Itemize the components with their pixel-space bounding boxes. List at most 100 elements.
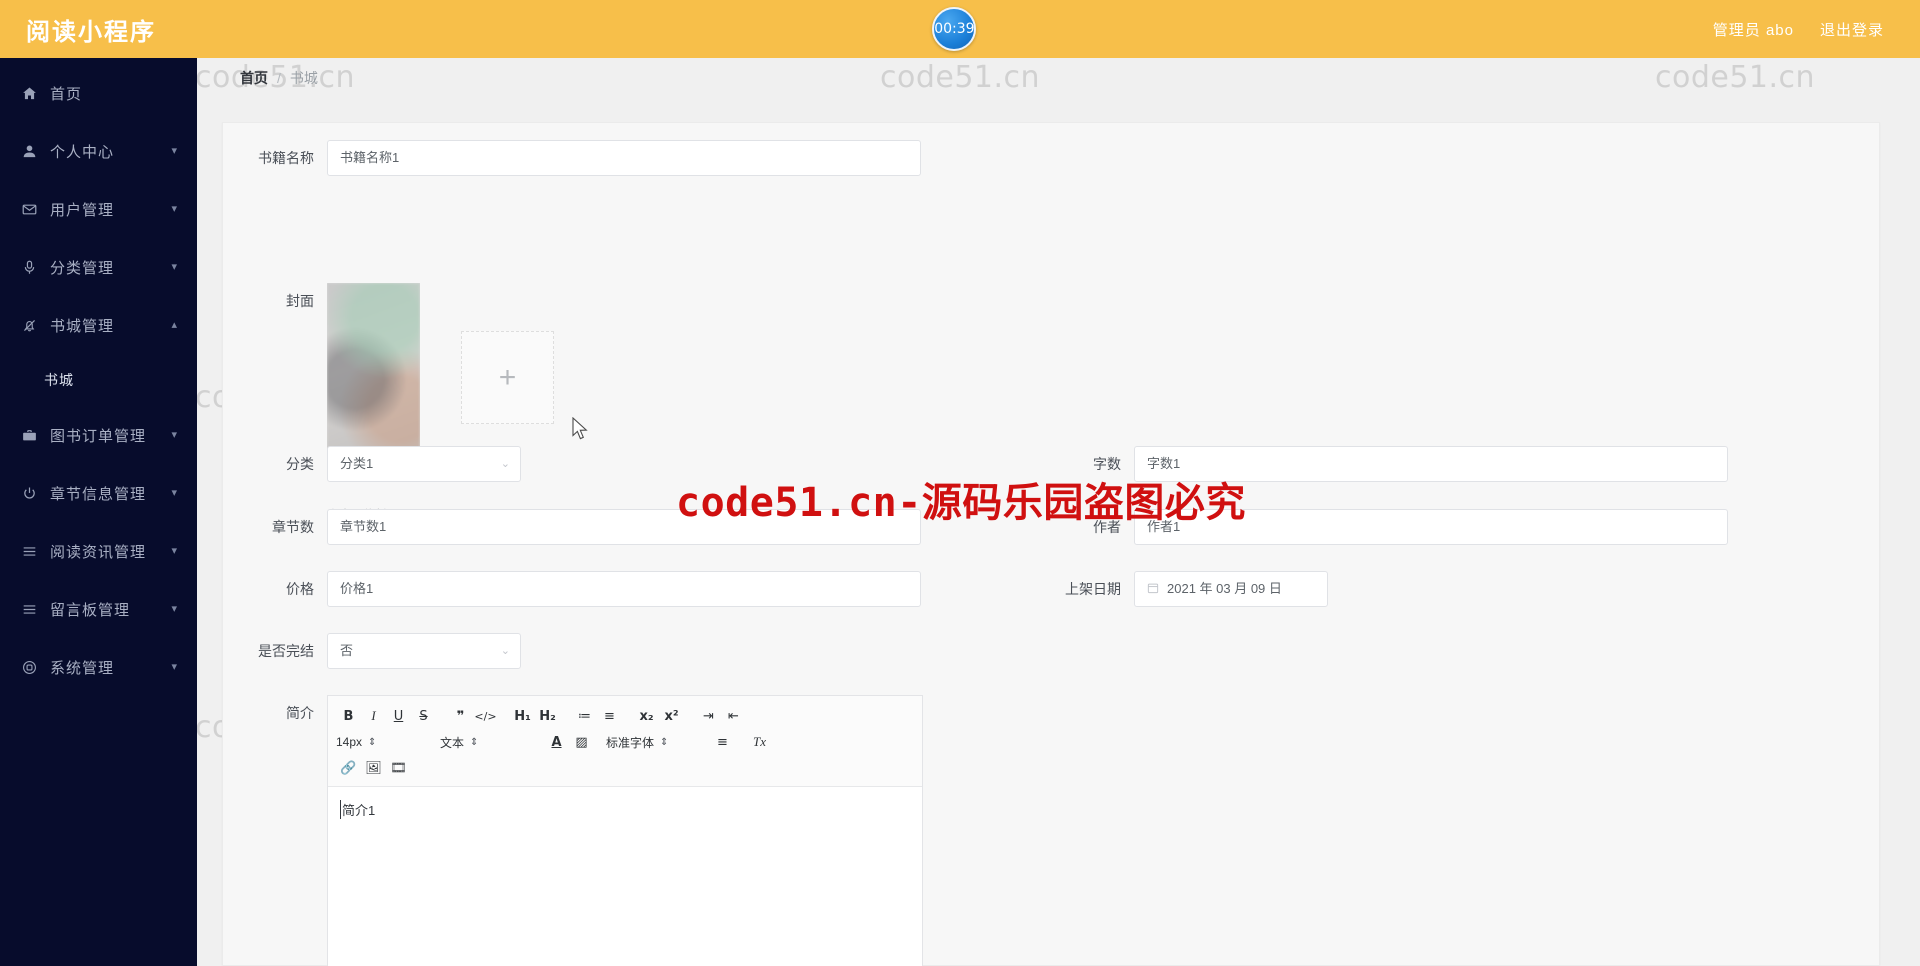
chevron-down-icon: ▾ — [171, 660, 177, 673]
chevron-down-icon: ▾ — [171, 486, 177, 499]
bell-slash-icon — [22, 318, 44, 333]
breadcrumb-home[interactable]: 首页 — [240, 68, 268, 88]
sidebar-item-category-management[interactable]: 分类管理 ▾ — [0, 238, 197, 296]
intro-label: 简介 — [286, 705, 314, 721]
code-block-icon[interactable]: </> — [473, 705, 498, 727]
field-finished: 是否完结 否 ⌄ — [241, 633, 521, 669]
breadcrumb-separator: / — [277, 70, 281, 86]
strikethrough-button[interactable]: S — [411, 705, 436, 727]
chevron-down-icon: ▾ — [171, 544, 177, 557]
underline-button[interactable]: U — [386, 705, 411, 727]
shelf-date-value: 2021 年 03 月 09 日 — [1167, 581, 1282, 596]
chevron-down-icon: ▾ — [171, 602, 177, 615]
finished-value: 否 — [340, 643, 354, 658]
sidebar-item-label: 个人中心 — [50, 143, 115, 161]
finished-select[interactable]: 否 ⌄ — [327, 633, 521, 669]
chevron-up-icon: ▴ — [171, 318, 177, 331]
sidebar-item-label: 书城管理 — [50, 317, 115, 335]
bullet-list-icon[interactable]: ≡ — [597, 705, 622, 727]
highlight-icon[interactable]: ▨ — [569, 731, 594, 753]
clear-format-icon[interactable]: Tx — [747, 731, 772, 753]
price-input[interactable]: 价格1 — [327, 571, 921, 607]
field-chapter-count: 章节数 章节数1 — [241, 509, 921, 545]
header-right-actions: 管理员 abo 退出登录 — [1713, 19, 1884, 40]
sidebar-item-user-management[interactable]: 用户管理 ▾ — [0, 180, 197, 238]
cover-thumbnail[interactable] — [327, 283, 420, 458]
category-select[interactable]: 分类1 ⌄ — [327, 446, 521, 482]
font-color-icon[interactable]: A — [544, 731, 569, 753]
bold-button[interactable]: B — [336, 705, 361, 727]
image-icon[interactable]: 🖼 — [361, 757, 386, 779]
sidebar-item-label: 留言板管理 — [50, 601, 131, 619]
blockquote-icon[interactable]: ❞ — [448, 705, 473, 727]
italic-button[interactable]: I — [361, 705, 386, 727]
font-family-dropdown[interactable]: 标准字体 ⇕ — [606, 734, 694, 751]
link-icon[interactable]: 🔗 — [336, 757, 361, 779]
mic-icon — [22, 260, 44, 275]
subscript-button[interactable]: x₂ — [634, 705, 659, 727]
sidebar-item-home[interactable]: 首页 — [0, 64, 197, 122]
shelf-date-input[interactable]: 2021 年 03 月 09 日 — [1134, 571, 1328, 607]
heading2-button[interactable]: H₂ — [535, 705, 560, 727]
sidebar-item-label: 首页 — [50, 85, 83, 103]
ordered-list-icon[interactable]: ≔ — [572, 705, 597, 727]
stepper-icon: ⇕ — [660, 736, 669, 748]
book-form: 书籍名称 书籍名称1 封面 + 点击上传封面 — [223, 123, 1879, 966]
word-count-input[interactable]: 字数1 — [1134, 446, 1728, 482]
outdent-icon[interactable]: ⇥ — [696, 705, 721, 727]
sidebar-item-system-management[interactable]: 系统管理 ▾ — [0, 638, 197, 696]
author-input[interactable]: 作者1 — [1134, 509, 1728, 545]
word-count-label: 字数 — [1093, 456, 1121, 472]
mail-icon — [22, 202, 44, 217]
text-style-dropdown[interactable]: 文本 ⇕ — [440, 734, 528, 751]
sidebar-item-book-order-management[interactable]: 图书订单管理 ▾ — [0, 406, 197, 464]
timer-badge[interactable]: 00:39 — [932, 7, 977, 51]
superscript-button[interactable]: x² — [659, 705, 684, 727]
sidebar-subitem-bookstore[interactable]: 书城 — [0, 354, 197, 406]
font-size-value: 14px — [336, 735, 363, 749]
align-icon[interactable]: ≡ — [710, 731, 735, 753]
sidebar-item-personal-center[interactable]: 个人中心 ▾ — [0, 122, 197, 180]
chapter-count-label: 章节数 — [272, 519, 314, 535]
intro-text: 简介1 — [340, 800, 375, 819]
field-word-count: 字数 字数1 — [1048, 446, 1728, 482]
chevron-down-icon: ▾ — [171, 202, 177, 215]
heading1-button[interactable]: H₁ — [510, 705, 535, 727]
sidebar-item-label: 阅读资讯管理 — [50, 543, 147, 561]
cover-upload-button[interactable]: + — [461, 331, 554, 424]
shelf-date-label: 上架日期 — [1065, 581, 1121, 597]
category-label: 分类 — [286, 456, 314, 472]
editor-toolbar: B I U S ❞ </> H₁ H₂ ≔ ≡ x₂ x² ⇥ ⇤ 14px ⇕… — [328, 696, 922, 787]
sidebar-item-bookstore-management[interactable]: 书城管理 ▴ — [0, 296, 197, 354]
finished-label: 是否完结 — [258, 643, 314, 659]
plus-icon: + — [498, 360, 517, 394]
sidebar-item-label: 章节信息管理 — [50, 485, 147, 503]
sidebar-item-reading-news-management[interactable]: 阅读资讯管理 ▾ — [0, 522, 197, 580]
list-icon — [22, 544, 44, 559]
sidebar-item-message-board-management[interactable]: 留言板管理 ▾ — [0, 580, 197, 638]
calendar-icon — [1147, 582, 1159, 596]
field-price: 价格 价格1 — [241, 571, 921, 607]
chevron-down-icon: ▾ — [171, 260, 177, 273]
logout-button[interactable]: 退出登录 — [1820, 19, 1884, 40]
chapter-count-input[interactable]: 章节数1 — [327, 509, 921, 545]
sidebar-subitem-label: 书城 — [44, 372, 74, 388]
editor-content-area[interactable]: 简介1 — [328, 787, 922, 966]
chevron-down-icon: ▾ — [171, 144, 177, 157]
chevron-down-icon: ▾ — [171, 428, 177, 441]
book-form-card: 书籍名称 书籍名称1 封面 + 点击上传封面 — [222, 122, 1880, 966]
book-name-label: 书籍名称 — [258, 150, 314, 166]
font-size-dropdown[interactable]: 14px ⇕ — [336, 735, 424, 749]
indent-icon[interactable]: ⇤ — [721, 705, 746, 727]
sidebar: 首页 个人中心 ▾ 用户管理 ▾ 分类管理 ▾ 书城管理 ▴ 书城 图书订单管理… — [0, 58, 197, 966]
book-name-input[interactable]: 书籍名称1 — [327, 140, 921, 176]
rich-text-editor: B I U S ❞ </> H₁ H₂ ≔ ≡ x₂ x² ⇥ ⇤ 14px ⇕… — [327, 695, 923, 966]
chevron-down-icon: ⌄ — [500, 458, 510, 470]
main-content: 首页 / 书城 书籍名称 书籍名称1 封面 + 分类 分类1 ⌄ 字数 字数1 … — [197, 58, 1920, 966]
field-intro: 简介 B I U S ❞ </> H₁ H₂ ≔ ≡ x₂ x² ⇥ ⇤ 14p… — [241, 695, 923, 966]
sidebar-item-chapter-info-management[interactable]: 章节信息管理 ▾ — [0, 464, 197, 522]
price-label: 价格 — [286, 581, 314, 597]
field-book-name: 书籍名称 书籍名称1 — [241, 140, 921, 176]
timer-container: 00:39 — [196, 7, 1713, 51]
video-icon[interactable]: 🎞 — [386, 757, 411, 779]
